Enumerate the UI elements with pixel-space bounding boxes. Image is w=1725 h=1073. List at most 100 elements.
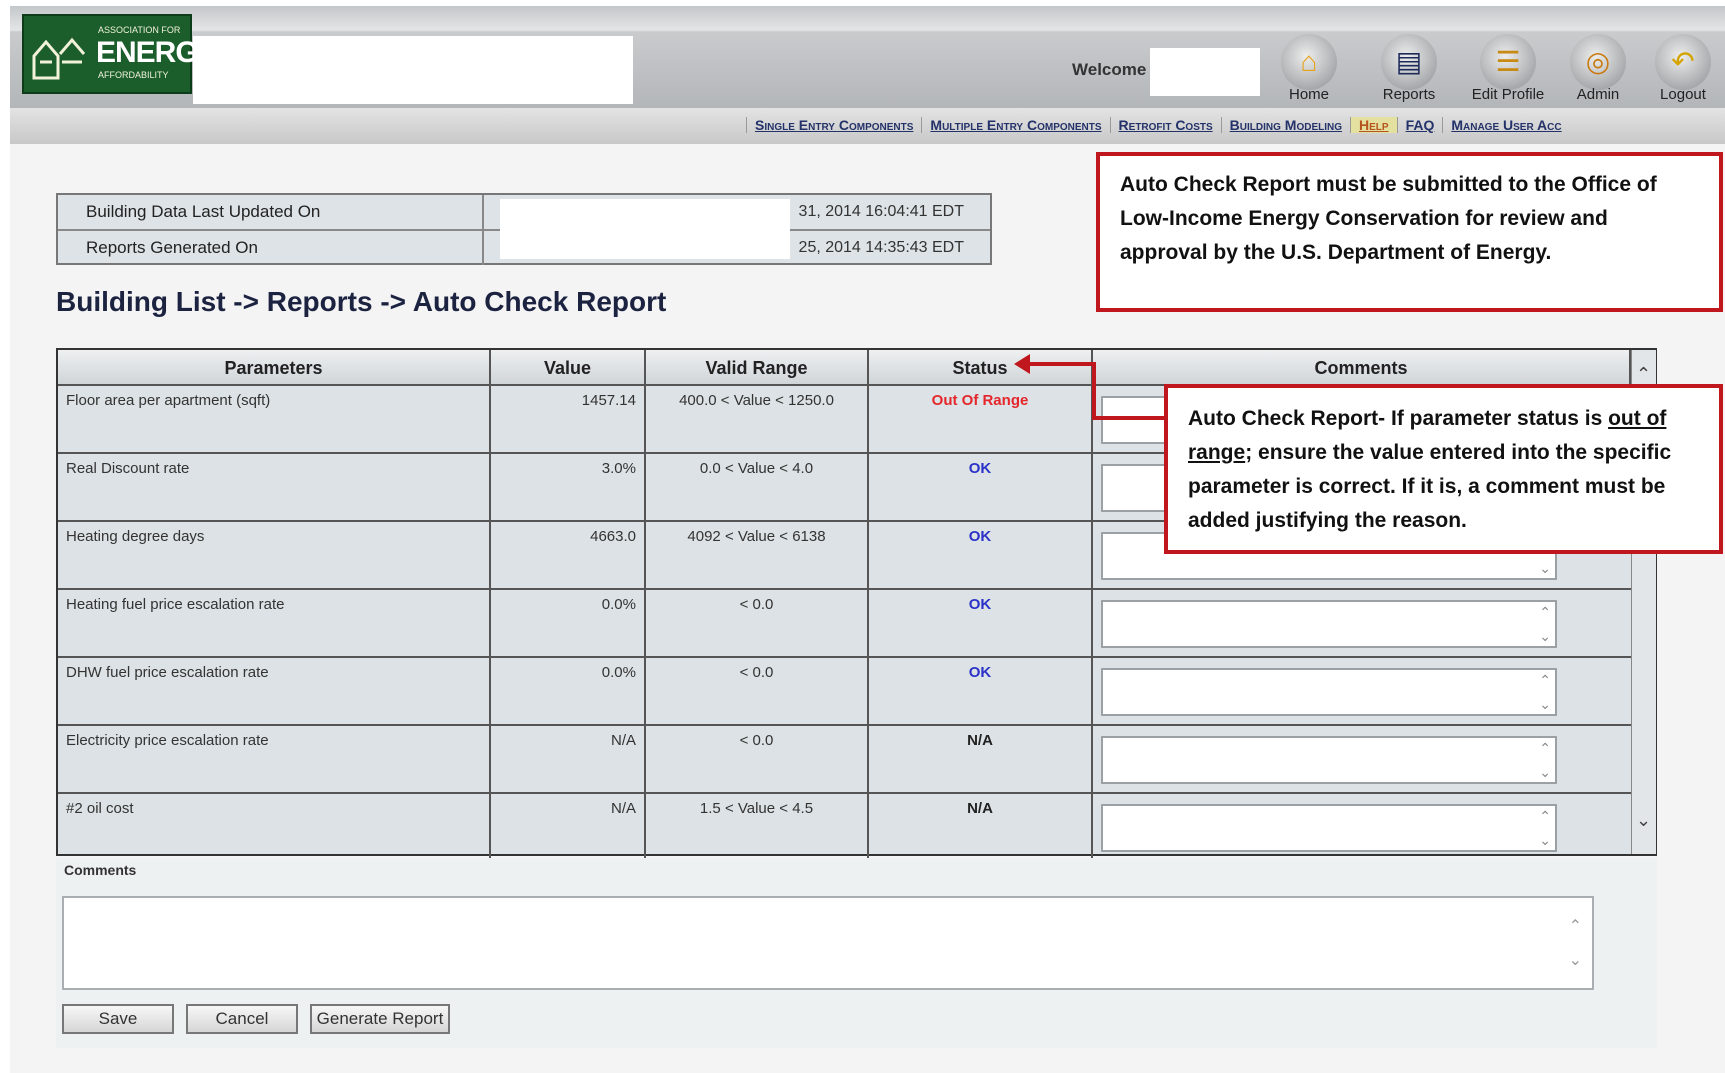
nav-home-label: Home [1288,86,1329,103]
logout-icon: ↶ [1671,46,1695,77]
scroll-down-icon[interactable]: ⌄ [1539,560,1551,577]
callout-range-pre: Auto Check Report- If parameter status i… [1188,407,1609,430]
scroll-up-icon[interactable]: ⌃ [1539,740,1551,757]
comment-cell: ⌃ ⌄ [1093,726,1631,792]
generate-report-button[interactable]: Generate Report [310,1004,450,1034]
save-button[interactable]: Save [62,1004,174,1034]
param-cell: #2 oil cost [58,794,491,860]
subnav-retrofit-costs[interactable]: Retrofit Costs [1109,117,1221,133]
range-cell: < 0.0 [646,726,869,792]
status-cell: OK [869,590,1093,656]
info-divider [482,195,484,265]
value-cell: 0.0% [491,658,646,724]
header-valid-range: Valid Range [646,350,869,386]
scroll-up-icon[interactable]: ⌃ [1539,672,1551,689]
welcome-username-redacted [1150,48,1260,96]
header-value: Value [491,350,646,386]
subnav-faq[interactable]: FAQ [1396,117,1443,133]
table-row: DHW fuel price escalation rate 0.0% < 0.… [58,658,1631,726]
subnav-bar: Single Entry Components Multiple Entry Co… [10,108,1725,144]
status-cell: N/A [869,726,1093,792]
welcome-label: Welcome [1072,60,1147,79]
param-cell: Electricity price escalation rate [58,726,491,792]
status-cell: OK [869,522,1093,588]
value-cell: 4663.0 [491,522,646,588]
param-cell: DHW fuel price escalation rate [58,658,491,724]
nav-home[interactable]: ⌂ Home [1267,34,1351,106]
comment-cell: ⌃ ⌄ [1093,590,1631,656]
logo-house-icon [32,37,86,80]
subnav-manage-user[interactable]: Manage User Acc [1442,117,1570,133]
cancel-button[interactable]: Cancel [186,1004,298,1034]
nav-reports[interactable]: ▤ Reports [1367,34,1451,106]
redacted-area [193,36,633,104]
nav-logout[interactable]: ↶ Logout [1644,34,1722,106]
header-parameters: Parameters [58,350,491,386]
subnav-help[interactable]: Help [1350,117,1397,133]
scroll-up-icon[interactable]: ⌃ [1539,604,1551,621]
param-cell: Floor area per apartment (sqft) [58,386,491,452]
logo[interactable]: ASSOCIATION FOR ENERGY AFFORDABILITY [22,14,218,94]
range-cell: 1.5 < Value < 4.5 [646,794,869,860]
house-icon: ⌂ [1300,46,1318,77]
row-comment-input[interactable]: ⌃ ⌄ [1101,668,1557,716]
table-row: #2 oil cost N/A 1.5 < Value < 4.5 N/A ⌃ ⌄ [58,794,1631,862]
scroll-down-icon[interactable]: ⌄ [1569,950,1582,970]
annotation-arrow-icon [1014,354,1166,420]
range-cell: 400.0 < Value < 1250.0 [646,386,869,452]
range-cell: < 0.0 [646,658,869,724]
scroll-up-icon[interactable]: ⌃ [1569,916,1582,936]
nav-admin[interactable]: ◎ Admin [1556,34,1640,106]
comments-label: Comments [64,862,137,878]
scroll-down-icon[interactable]: ⌄ [1636,810,1651,831]
callout-submit-note: Auto Check Report must be submitted to t… [1096,152,1723,312]
comments-textarea[interactable]: ⌃ ⌄ [62,896,1594,990]
scroll-down-icon[interactable]: ⌄ [1539,628,1551,645]
nav-edit-profile[interactable]: ☰ Edit Profile [1466,34,1550,106]
comment-cell: ⌃ ⌄ [1093,794,1631,860]
value-cell: N/A [491,794,646,860]
status-cell: OK [869,454,1093,520]
scroll-down-icon[interactable]: ⌄ [1539,832,1551,849]
info-value-updated: 31, 2014 16:04:41 EDT [798,203,964,220]
subnav-building-modeling[interactable]: Building Modeling [1220,117,1350,133]
scroll-down-icon[interactable]: ⌄ [1539,764,1551,781]
param-cell: Heating degree days [58,522,491,588]
subnav-multiple-entry[interactable]: Multiple Entry Components [921,117,1110,133]
range-cell: 4092 < Value < 6138 [646,522,869,588]
row-comment-input[interactable]: ⌃ ⌄ [1101,736,1557,784]
nav-edit-profile-label: Edit Profile [1471,86,1545,103]
logo-assoc-text: ASSOCIATION FOR [98,25,181,35]
value-cell: 3.0% [491,454,646,520]
table-row: Electricity price escalation rate N/A < … [58,726,1631,794]
admin-icon: ◎ [1585,46,1611,77]
nav-reports-label: Reports [1382,86,1436,103]
callout-range-note: Auto Check Report- If parameter status i… [1164,384,1723,554]
param-cell: Heating fuel price escalation rate [58,590,491,656]
range-cell: 0.0 < Value < 4.0 [646,454,869,520]
row-comment-input[interactable]: ⌃ ⌄ [1101,600,1557,648]
logo-afford-text: AFFORDABILITY [98,70,169,80]
value-cell: N/A [491,726,646,792]
subnav-single-entry[interactable]: Single Entry Components [746,117,922,133]
value-cell: 1457.14 [491,386,646,452]
scroll-up-icon[interactable]: ⌃ [1636,364,1651,385]
range-cell: < 0.0 [646,590,869,656]
subnav-links: Single Entry Components Multiple Entry Co… [746,117,1570,133]
status-cell: OK [869,658,1093,724]
value-cell: 0.0% [491,590,646,656]
info-label-updated: Building Data Last Updated On [86,202,321,221]
scroll-up-icon[interactable]: ⌃ [1539,808,1551,825]
comment-cell: ⌃ ⌄ [1093,658,1631,724]
header-comments: Comments [1093,350,1631,386]
scroll-down-icon[interactable]: ⌄ [1539,696,1551,713]
redacted-dates [500,199,790,259]
row-comment-input[interactable]: ⌃ ⌄ [1101,804,1557,852]
table-row: Heating fuel price escalation rate 0.0% … [58,590,1631,658]
callout-range-post: ; ensure the value entered into the spec… [1188,441,1672,532]
status-cell: N/A [869,794,1093,860]
info-label-generated: Reports Generated On [86,238,258,257]
nav-logout-label: Logout [1660,86,1706,103]
info-value-generated: 25, 2014 14:35:43 EDT [798,239,964,256]
edit-profile-icon: ☰ [1495,46,1521,77]
